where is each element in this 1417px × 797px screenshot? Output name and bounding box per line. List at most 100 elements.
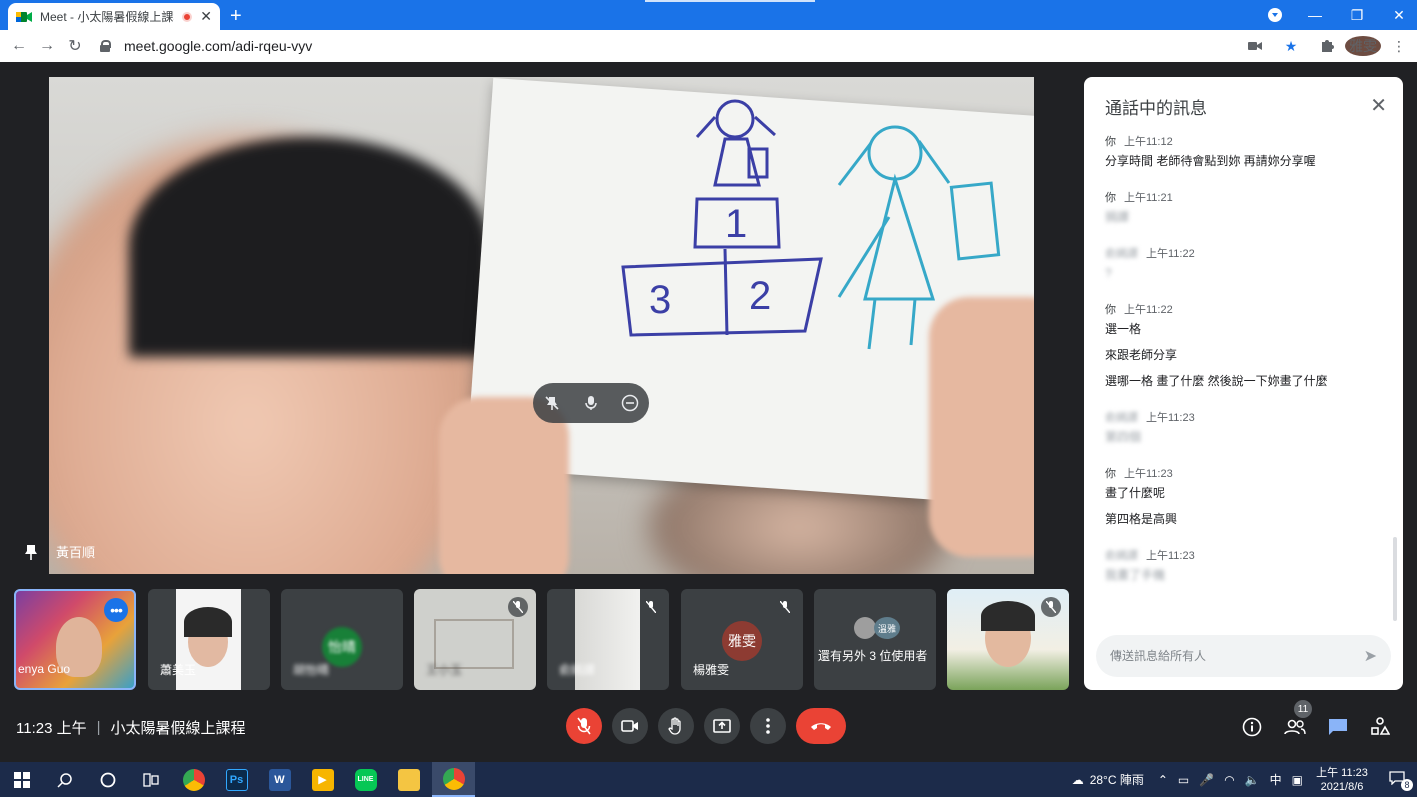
more-participants-tile[interactable]: 溫雅 還有另外 3 位使用者 bbox=[814, 589, 936, 690]
profile-button[interactable]: 雅雯 bbox=[1345, 36, 1381, 56]
mute-participant-icon[interactable] bbox=[578, 390, 604, 416]
left-hand bbox=[439, 397, 569, 574]
search-button[interactable] bbox=[43, 762, 86, 797]
send-message-icon[interactable]: ➤ bbox=[1364, 646, 1377, 666]
muted-mic-icon bbox=[508, 597, 528, 617]
url-text[interactable]: meet.google.com/adi-rqeu-vyv bbox=[124, 38, 312, 54]
more-options-button[interactable] bbox=[750, 708, 786, 744]
chat-button[interactable] bbox=[1323, 712, 1353, 742]
chat-sender: 你 bbox=[1105, 468, 1116, 480]
meet-tray-icon[interactable]: ▭ bbox=[1178, 773, 1189, 787]
notification-center-button[interactable]: 8 bbox=[1377, 771, 1417, 791]
chat-message-text: ? bbox=[1105, 266, 1112, 280]
system-tray: ☁ 28°C 陣雨 ⌃ ▭ 🎤 ◠ 🔈 中 ▣ 上午 11:23 2021/8/… bbox=[1072, 762, 1417, 797]
meeting-details-button[interactable] bbox=[1237, 712, 1267, 742]
line-taskbar-app[interactable]: LINE bbox=[344, 762, 387, 797]
chat-timestamp: 上午11:22 bbox=[1124, 304, 1173, 316]
camera-toggle-button[interactable] bbox=[612, 708, 648, 744]
bookmark-star-icon[interactable]: ★ bbox=[1273, 38, 1309, 55]
tab-title: Meet - 小太陽暑假線上課程 bbox=[40, 10, 175, 24]
chat-sender: 你 bbox=[1105, 136, 1116, 148]
leave-call-button[interactable] bbox=[796, 708, 846, 744]
camera-in-use-icon[interactable] bbox=[1237, 38, 1273, 54]
present-icon bbox=[713, 719, 731, 733]
chat-message-list: 你上午11:12 分享時間 老師待會點到妳 再請妳分享喔你上午11:21 捐譯 俞嫣譯… bbox=[1105, 133, 1385, 603]
start-button[interactable] bbox=[0, 762, 43, 797]
omnibox[interactable]: meet.google.com/adi-rqeu-vyv bbox=[100, 35, 312, 57]
volume-icon[interactable]: 🔈 bbox=[1245, 773, 1260, 787]
chrome-active-taskbar-app[interactable] bbox=[432, 762, 475, 797]
participant-name: 王小玉 bbox=[426, 663, 463, 677]
main-video[interactable]: 1 2 3 bbox=[49, 77, 1034, 574]
forward-icon[interactable]: → bbox=[33, 37, 61, 55]
chat-message-group: 俞嫣譯 上午11:23 我畫了手機 bbox=[1105, 547, 1385, 583]
chat-message-meta: 俞嫣譯 上午11:23 bbox=[1105, 409, 1385, 425]
more-options-icon[interactable]: ••• bbox=[104, 598, 128, 622]
ime-indicator[interactable]: 中 bbox=[1270, 771, 1282, 788]
browser-titlebar: Meet - 小太陽暑假線上課程 ✕ + — ❐ ✕ bbox=[0, 0, 1417, 30]
extensions-icon[interactable] bbox=[1309, 38, 1345, 55]
chat-title: 通話中的訊息 bbox=[1105, 99, 1207, 118]
close-window-icon[interactable]: ✕ bbox=[1378, 7, 1417, 24]
chat-message-group: 你上午11:22 選一格 來跟老師分享 選哪一格 畫了什麼 然後說一下妳畫了什麼 bbox=[1105, 301, 1385, 389]
chat-close-icon[interactable]: ✕ bbox=[1370, 93, 1387, 118]
cortana-button[interactable] bbox=[86, 762, 129, 797]
browser-tab[interactable]: Meet - 小太陽暑假線上課程 ✕ bbox=[8, 3, 220, 30]
microphone-tray-icon[interactable]: 🎤 bbox=[1199, 773, 1214, 787]
browser-menu-icon[interactable]: ⋮ bbox=[1381, 38, 1417, 55]
address-bar: ← → ↻ meet.google.com/adi-rqeu-vyv ★ 雅雯 … bbox=[0, 30, 1417, 62]
reload-icon[interactable]: ↻ bbox=[61, 36, 89, 56]
participant-tile-4[interactable]: 王小玉 bbox=[414, 589, 536, 690]
photoshop-taskbar-app[interactable]: Ps bbox=[215, 762, 258, 797]
participant-avatar: 雅雯 bbox=[722, 621, 762, 661]
present-screen-button[interactable] bbox=[704, 708, 740, 744]
file-explorer-taskbar-app[interactable] bbox=[387, 762, 430, 797]
chat-sender: 你 bbox=[1105, 304, 1116, 316]
chat-input-box: ➤ bbox=[1096, 635, 1391, 677]
weather-text[interactable]: 28°C 陣雨 bbox=[1090, 771, 1144, 788]
chat-timestamp: 上午11:23 bbox=[1146, 412, 1195, 424]
chrome-taskbar-app[interactable] bbox=[172, 762, 215, 797]
participant-tile-8[interactable] bbox=[947, 589, 1069, 690]
lock-icon[interactable] bbox=[100, 40, 111, 52]
network-icon[interactable]: ◠ bbox=[1224, 773, 1234, 787]
participant-avatar-small: 溫雅 bbox=[874, 617, 900, 639]
participant-hair bbox=[129, 137, 489, 357]
chat-message-input[interactable] bbox=[1110, 649, 1364, 663]
back-icon[interactable]: ← bbox=[5, 37, 33, 55]
participant-name: 楊雅雯 bbox=[693, 663, 730, 677]
activities-button[interactable] bbox=[1365, 712, 1395, 742]
minimize-icon[interactable]: — bbox=[1294, 7, 1336, 23]
media-player-taskbar-app[interactable]: ▶ bbox=[301, 762, 344, 797]
participant-tile-3[interactable]: 怡晴 胡怡晴 bbox=[281, 589, 403, 690]
new-tab-button[interactable]: + bbox=[230, 5, 242, 28]
chat-sender: 俞嫣譯 bbox=[1105, 550, 1138, 562]
people-button[interactable]: 11 bbox=[1280, 700, 1312, 742]
pinned-participant-label: 黃百順 bbox=[24, 542, 95, 561]
chat-message-group: 俞嫣譯 上午11:23 第四個 bbox=[1105, 409, 1385, 445]
tab-close-icon[interactable]: ✕ bbox=[200, 8, 212, 25]
task-view-button[interactable] bbox=[129, 762, 172, 797]
line-icon: LINE bbox=[354, 768, 377, 791]
chat-message-text: 選哪一格 畫了什麼 然後說一下妳畫了什麼 bbox=[1105, 374, 1328, 388]
restore-icon[interactable]: ❐ bbox=[1336, 7, 1378, 24]
raise-hand-button[interactable] bbox=[658, 708, 694, 744]
tray-expand-icon[interactable]: ⌃ bbox=[1158, 773, 1168, 787]
participant-tile-5[interactable]: 俞嫣譯 bbox=[547, 589, 669, 690]
chat-scrollbar[interactable] bbox=[1393, 537, 1397, 621]
chat-message-meta: 俞嫣譯 上午11:23 bbox=[1105, 547, 1385, 563]
microphone-toggle-button[interactable] bbox=[566, 708, 602, 744]
unpin-icon[interactable] bbox=[539, 390, 565, 416]
remove-participant-icon[interactable] bbox=[617, 390, 643, 416]
window-controls: — ❐ ✕ bbox=[1294, 0, 1417, 30]
tab-search-icon[interactable] bbox=[1268, 8, 1282, 22]
podium-number-1: 1 bbox=[725, 202, 747, 246]
taskbar-clock[interactable]: 上午 11:23 2021/8/6 bbox=[1307, 766, 1377, 794]
weather-cloud-icon[interactable]: ☁ bbox=[1072, 773, 1084, 787]
participant-tile-6[interactable]: 雅雯 楊雅雯 bbox=[681, 589, 803, 690]
input-mode-icon[interactable]: ▣ bbox=[1292, 773, 1303, 787]
word-taskbar-app[interactable]: W bbox=[258, 762, 301, 797]
participant-tile-enya-guo[interactable]: ••• enya Guo bbox=[14, 589, 136, 690]
chat-sender: 俞嫣譯 bbox=[1105, 412, 1138, 424]
participant-tile-2[interactable]: 蕭美玉 bbox=[148, 589, 270, 690]
